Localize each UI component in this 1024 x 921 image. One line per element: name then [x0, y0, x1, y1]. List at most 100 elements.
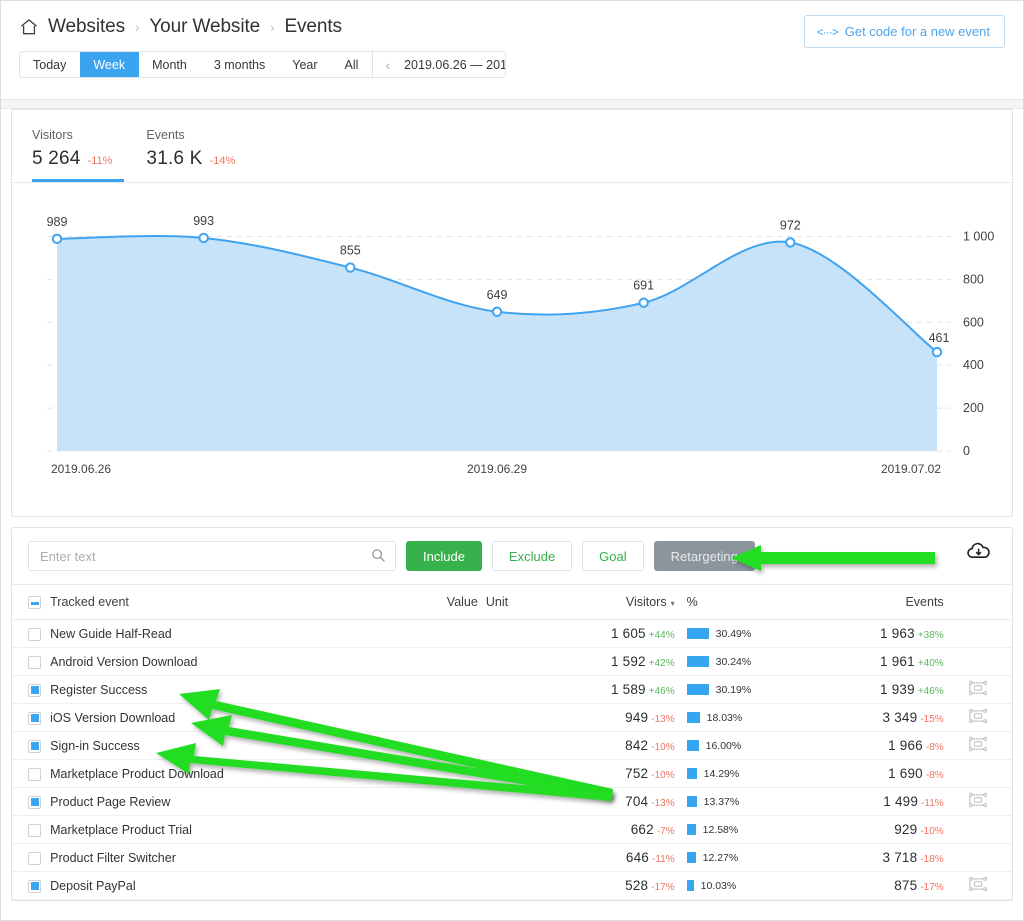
- row-checkbox[interactable]: [28, 767, 41, 781]
- search-field[interactable]: [28, 541, 396, 571]
- chart-data-point[interactable]: [638, 297, 649, 308]
- header-value[interactable]: Value: [403, 585, 478, 621]
- search-input[interactable]: [29, 542, 395, 570]
- period-week[interactable]: Week: [80, 52, 140, 77]
- row-flow-cell: [943, 647, 1012, 677]
- row-checkbox[interactable]: [28, 851, 41, 865]
- chart-y-tick-label: 200: [963, 401, 984, 415]
- row-percent-cell: 10.03%: [674, 871, 814, 901]
- breadcrumb-item-your-website[interactable]: Your Website: [149, 16, 260, 38]
- table-row[interactable]: Marketplace Product Download 752 -10% 14.…: [12, 759, 1012, 789]
- row-events-delta: -11%: [921, 798, 944, 810]
- period-all[interactable]: All: [332, 52, 373, 77]
- breadcrumb-item-websites[interactable]: Websites: [48, 16, 125, 38]
- chart-data-point[interactable]: [198, 232, 209, 244]
- row-percent-text: 18.03%: [706, 711, 743, 724]
- table-row[interactable]: Product Filter Switcher 646 -11% 12.27% 3…: [12, 843, 1012, 873]
- event-flow-icon[interactable]: [967, 709, 989, 727]
- row-percent-text: 10.03%: [700, 879, 737, 892]
- header-events[interactable]: Events: [813, 585, 944, 621]
- row-checkbox[interactable]: [28, 739, 41, 753]
- metric-tab-visitors[interactable]: Visitors 5 264 -11%: [32, 128, 146, 182]
- filter-bar: Include Exclude Goal Retargeting: [12, 528, 1012, 585]
- row-event-name[interactable]: Marketplace Product Download: [50, 759, 404, 789]
- event-flow-icon[interactable]: [967, 681, 989, 699]
- row-value: [403, 703, 478, 733]
- home-icon[interactable]: [19, 17, 39, 37]
- header-unit[interactable]: Unit: [477, 585, 557, 621]
- row-value: [403, 759, 478, 789]
- row-event-name[interactable]: Product Page Review: [50, 787, 404, 817]
- period-3-months[interactable]: 3 months: [201, 52, 279, 77]
- table-row[interactable]: Android Version Download 1 592 +42% 30.24…: [12, 647, 1012, 677]
- row-percent-bar: [686, 628, 709, 640]
- table-row[interactable]: New Guide Half-Read 1 605 +44% 30.49% 1 9…: [12, 619, 1012, 649]
- period-today[interactable]: Today: [20, 52, 80, 77]
- row-flow-cell: [943, 815, 1012, 845]
- cloud-download-icon[interactable]: [966, 540, 992, 565]
- row-event-name[interactable]: Marketplace Product Trial: [50, 815, 404, 845]
- table-row[interactable]: iOS Version Download 949 -13% 18.03% 3 34…: [12, 703, 1012, 733]
- table-row[interactable]: Deposit PayPal 528 -17% 10.03% 875 -17%: [12, 871, 1012, 901]
- event-flow-icon[interactable]: [967, 877, 989, 895]
- include-button[interactable]: Include: [406, 541, 482, 571]
- chart-data-point[interactable]: [491, 306, 503, 317]
- events-page: Websites › Your Website › Events <···> G…: [0, 0, 1024, 921]
- row-visitors: 646: [625, 850, 650, 866]
- header-tracked-event[interactable]: Tracked event: [50, 585, 404, 621]
- event-flow-icon[interactable]: [967, 793, 989, 811]
- row-event-name[interactable]: Deposit PayPal: [50, 871, 404, 901]
- table-row[interactable]: Register Success 1 589 +46% 30.19% 1 939 +…: [12, 675, 1012, 705]
- chart-data-point[interactable]: [785, 237, 796, 248]
- retargeting-button[interactable]: Retargeting: [653, 541, 755, 571]
- row-checkbox[interactable]: [28, 795, 41, 809]
- chart-data-point[interactable]: [345, 262, 356, 273]
- date-range-prev-icon[interactable]: ‹: [383, 57, 392, 73]
- section-divider: [1, 99, 1023, 109]
- metric-tab-events[interactable]: Events 31.6 K -14%: [146, 128, 269, 182]
- events-table: Tracked event Value Unit Visitors ▾ % Eve…: [12, 585, 1012, 901]
- select-all-checkbox[interactable]: [28, 596, 41, 610]
- table-row[interactable]: Sign-in Success 842 -10% 16.00% 1 966 -8%: [12, 731, 1012, 761]
- row-event-name[interactable]: Product Filter Switcher: [50, 843, 404, 873]
- row-visitors-delta: -7%: [656, 826, 675, 838]
- table-row[interactable]: Marketplace Product Trial 662 -7% 12.58% …: [12, 815, 1012, 845]
- row-event-name[interactable]: Android Version Download: [50, 647, 404, 677]
- header-percent[interactable]: %: [674, 585, 814, 621]
- row-checkbox[interactable]: [28, 823, 41, 837]
- date-range-control: ‹ 2019.06.26 — 2019.07.02 ›: [372, 52, 505, 77]
- exclude-button[interactable]: Exclude: [491, 541, 573, 571]
- period-month[interactable]: Month: [139, 52, 201, 77]
- sort-caret-icon[interactable]: ▾: [671, 599, 675, 608]
- row-event-name[interactable]: New Guide Half-Read: [50, 619, 404, 649]
- chart-data-point[interactable]: [931, 346, 943, 358]
- period-year[interactable]: Year: [279, 52, 331, 77]
- row-checkbox[interactable]: [28, 711, 41, 725]
- breadcrumb-separator: ›: [135, 19, 140, 35]
- row-checkbox-cell: [12, 871, 51, 901]
- goal-button[interactable]: Goal: [582, 541, 644, 571]
- row-events: 1 939: [880, 682, 915, 698]
- row-event-name[interactable]: iOS Version Download: [50, 703, 404, 733]
- row-unit: [477, 703, 557, 733]
- row-unit: [477, 843, 557, 873]
- table-row[interactable]: Product Page Review 704 -13% 13.37% 1 499…: [12, 787, 1012, 817]
- row-checkbox[interactable]: [28, 683, 41, 697]
- row-checkbox-cell: [12, 787, 51, 817]
- row-events-cell: 3 718 -18%: [813, 843, 944, 873]
- row-percent-cell: 30.24%: [674, 647, 814, 677]
- event-flow-icon[interactable]: [967, 737, 989, 755]
- row-events: 1 499: [883, 794, 919, 810]
- chart-data-point[interactable]: [51, 233, 63, 245]
- row-event-name[interactable]: Register Success: [50, 675, 404, 705]
- get-code-for-new-event-button[interactable]: <···> Get code for a new event: [803, 15, 1005, 48]
- chart-area-fill: [57, 236, 937, 451]
- row-event-name[interactable]: Sign-in Success: [50, 731, 404, 761]
- breadcrumb-item-events[interactable]: Events: [284, 16, 342, 38]
- metric-delta-events: -14%: [209, 155, 236, 167]
- header-visitors[interactable]: Visitors ▾: [556, 585, 675, 621]
- row-checkbox[interactable]: [28, 627, 41, 641]
- search-icon[interactable]: [371, 548, 386, 566]
- row-checkbox[interactable]: [28, 655, 41, 669]
- row-checkbox[interactable]: [28, 879, 41, 893]
